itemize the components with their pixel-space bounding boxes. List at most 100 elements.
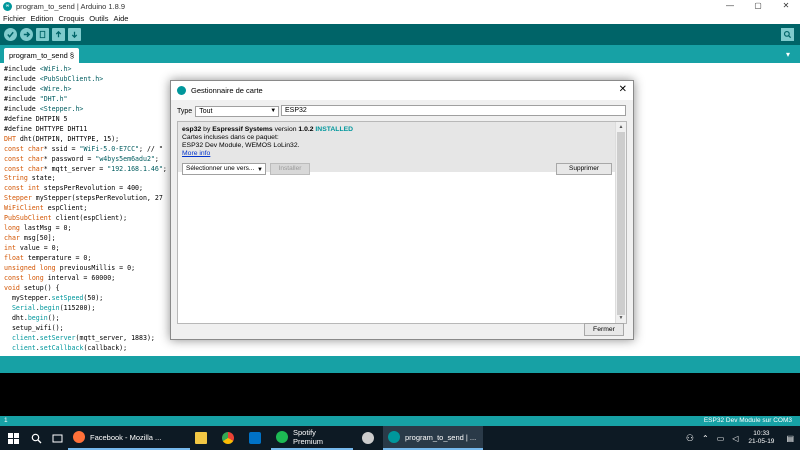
code-line: Serial.begin(115200); [4,304,95,313]
remove-button[interactable]: Supprimer [556,163,612,175]
code-line: const int stepsPerRevolution = 400; [4,184,143,193]
new-button[interactable] [36,28,49,41]
code-line: int value = 0; [4,244,60,253]
code-line: const char* mqtt_server = "192.168.1.46"… [4,165,167,174]
package-name: esp32 [182,126,201,133]
code-line: const char* password = "w4bys5em6adu2"; [4,155,159,164]
spotify-icon [276,431,288,443]
taskbar-firefox-label: Facebook - Mozilla ... [90,433,161,442]
window-title: program_to_send | Arduino 1.8.9 [16,2,125,11]
code-line: #define DHTTYPE DHT11 [4,125,87,134]
dialog-close-icon[interactable]: ✕ [619,84,627,96]
minimize-button[interactable]: — [716,0,744,12]
package-by: by [203,126,210,133]
code-line: dht.begin(); [4,314,60,323]
taskbar-arduino-label: program_to_send | ... [405,433,476,442]
taskbar-spotify-label: Spotify Premium [293,428,348,446]
chevron-down-icon: ▼ [257,165,263,175]
taskbar-firefox[interactable]: Facebook - Mozilla ... [68,426,190,450]
new-icon [38,30,47,39]
taskbar-chrome[interactable] [217,426,244,450]
menu-croquis[interactable]: Croquis [58,14,84,23]
task-view-icon [52,433,63,444]
serial-monitor-button[interactable] [781,28,794,41]
list-scrollbar[interactable]: ▲ ▼ [615,122,626,323]
taskbar-app[interactable] [353,426,383,450]
code-line: client.setServer(mqtt_server, 1883); [4,334,155,343]
filter-row: Type Tout ▼ [177,105,279,117]
code-line: unsigned long previousMillis = 0; [4,264,135,273]
task-view-button[interactable] [47,426,68,450]
code-line: #include <Stepper.h> [4,105,83,114]
code-line: char msg[50]; [4,234,56,243]
scroll-up-icon[interactable]: ▲ [616,122,626,132]
package-list: esp32 by Espressif Systems version 1.0.2… [177,121,627,324]
search-button[interactable] [26,426,47,450]
search-input[interactable]: ESP32 [281,105,626,116]
open-button[interactable] [52,28,65,41]
type-select[interactable]: Tout ▼ [195,106,279,117]
scroll-down-icon[interactable]: ▼ [616,313,626,323]
fermer-button[interactable]: Fermer [584,323,624,336]
network-icon[interactable]: ▭ [717,434,725,443]
included-boards: ESP32 Dev Module, WEMOS LoLin32. [182,142,612,150]
code-line: client.setCallback(callback); [4,344,127,353]
save-icon [70,30,79,39]
menu-edition[interactable]: Edition [31,14,54,23]
taskbar-explorer[interactable] [190,426,217,450]
toolbar [0,24,800,45]
upload-button[interactable] [20,28,33,41]
arduino-logo-icon: ∞ [3,2,12,11]
clock[interactable]: 10:33 21-05-19 [748,430,774,446]
verify-button[interactable] [4,28,17,41]
serial-monitor-icon [783,30,792,39]
outlook-icon [249,432,261,444]
install-button[interactable]: Installer [270,163,310,175]
menu-outils[interactable]: Outils [89,14,108,23]
code-line: String state; [4,174,56,183]
code-line: setup_wifi(); [4,324,64,333]
package-author: Espressif Systems [212,126,272,133]
clock-date: 21-05-19 [748,438,774,446]
tab-program-to-send[interactable]: program_to_send § [4,48,79,63]
chevron-up-icon[interactable]: ⌃ [702,434,709,443]
window-controls: — ▢ ✕ [716,0,800,12]
upload-icon [22,30,31,39]
maximize-button[interactable]: ▢ [744,0,772,12]
chrome-icon [222,432,234,444]
save-button[interactable] [68,28,81,41]
system-tray: ⚇ ⌃ ▭ ◁ 10:33 21-05-19 ▤ [682,426,800,450]
tab-menu-chevron-icon[interactable]: ▾ [782,48,794,60]
version-select[interactable]: Sélectionner une vers... ▼ [182,163,266,175]
included-boards-label: Cartes incluses dans ce paquet: [182,134,612,142]
title-bar: ∞ program_to_send | Arduino 1.8.9 — ▢ ✕ [0,0,800,12]
taskbar-outlook[interactable] [244,426,271,450]
code-line: #include <WiFi.h> [4,65,72,74]
taskbar-arduino[interactable]: program_to_send | ... [383,426,483,450]
code-line: myStepper.setSpeed(50); [4,294,103,303]
code-line: #include <Wire.h> [4,85,72,94]
notifications-icon[interactable]: ▤ [786,434,794,443]
package-item-esp32[interactable]: esp32 by Espressif Systems version 1.0.2… [178,122,616,172]
menu-fichier[interactable]: Fichier [3,14,26,23]
people-icon[interactable]: ⚇ [686,433,694,444]
console-header [0,356,800,373]
more-info-link[interactable]: More info [182,150,612,158]
volume-icon[interactable]: ◁ [732,434,738,443]
code-line: WiFiClient espClient; [4,204,87,213]
scroll-thumb[interactable] [617,132,625,315]
verify-icon [6,30,15,39]
search-icon [31,433,42,444]
version-select-value: Sélectionner une vers... [186,165,254,172]
code-line: #include "DHT.h" [4,95,68,104]
start-button[interactable] [0,426,26,450]
type-label: Type [177,108,192,115]
package-version: 1.0.2 [298,126,313,133]
code-line: const char* ssid = "WiFi-5.0-E7CC"; // " [4,145,163,154]
menu-aide[interactable]: Aide [113,14,128,23]
close-window-button[interactable]: ✕ [772,0,800,12]
taskbar-spotify[interactable]: Spotify Premium [271,426,353,450]
board-port-status: ESP32 Dev Module sur COM3 [704,417,792,424]
arduino-icon [388,431,400,443]
firefox-icon [73,431,85,443]
